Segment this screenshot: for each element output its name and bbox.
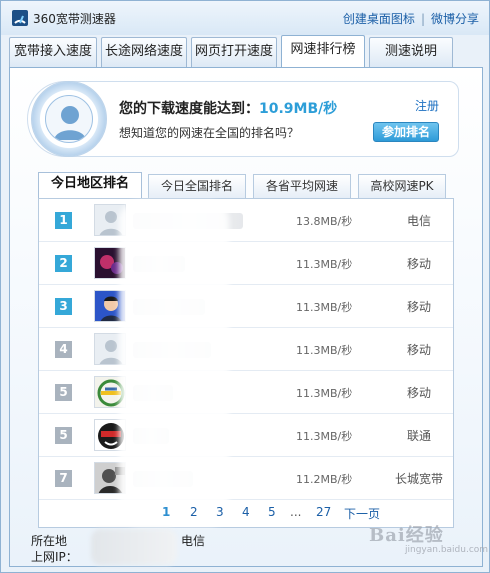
tab-test-instructions[interactable]: 测速说明 (369, 37, 453, 67)
app-logo-icon (12, 10, 28, 26)
row-speed: 13.8MB/秒 (296, 215, 353, 228)
watermark-url: jingyan.baidu.com (405, 545, 489, 555)
rank-badge: 1 (55, 212, 72, 229)
row-speed: 11.3MB/秒 (296, 344, 353, 357)
baidu-watermark: Bai经验 (369, 521, 444, 547)
ranking-row[interactable]: 5 11.3MB/秒 联通 (39, 414, 453, 457)
row-isp: 移动 (406, 300, 431, 314)
ranking-row[interactable]: 1 13.8MB/秒 电信 (39, 199, 453, 242)
join-ranking-button[interactable]: 参加排名 (373, 122, 439, 142)
title-bar: 360宽带测速器 创建桌面图标 | 微博分享 (1, 1, 489, 35)
next-page-link[interactable]: 下一页 (344, 505, 380, 522)
page-4-link[interactable]: 4 (242, 505, 250, 519)
watermark-text: Bai经验 (369, 525, 444, 546)
row-isp: 移动 (406, 386, 431, 400)
ranking-table: 1 13.8MB/秒 电信 2 11.3MB/秒 移动 3 11.3MB/秒 移… (38, 198, 454, 528)
rank-badge: 4 (55, 341, 72, 358)
location-label: 所在地 (31, 534, 68, 548)
weibo-share-link[interactable]: 微博分享 (431, 12, 479, 26)
register-link[interactable]: 注册 (415, 97, 439, 114)
footer-isp: 电信 (181, 534, 206, 548)
subtab-today-national[interactable]: 今日全国排名 (148, 174, 246, 198)
tab-speed-ranking[interactable]: 网速排行榜 (281, 35, 365, 67)
ranking-row[interactable]: 7 11.2MB/秒 长城宽带 (39, 457, 453, 500)
blurred-location-ip (91, 529, 177, 565)
user-avatar[interactable] (45, 95, 93, 143)
row-speed: 11.3MB/秒 (296, 258, 353, 271)
subtab-college-pk[interactable]: 高校网速PK (358, 174, 446, 198)
default-user-icon (54, 106, 86, 140)
window-title: 360宽带测速器 (33, 12, 116, 26)
app-window: 360宽带测速器 创建桌面图标 | 微博分享 宽带接入速度 长途网络速度 网页打开速… (0, 0, 490, 573)
page-2-link[interactable]: 2 (190, 505, 198, 519)
ranking-row[interactable]: 2 11.3MB/秒 移动 (39, 242, 453, 285)
ranking-row[interactable]: 3 11.3MB/秒 移动 (39, 285, 453, 328)
create-desktop-icon-link[interactable]: 创建桌面图标 (343, 12, 415, 26)
rank-badge: 3 (55, 298, 72, 315)
row-speed: 11.3MB/秒 (296, 387, 353, 400)
row-speed: 11.2MB/秒 (296, 473, 353, 486)
row-isp: 移动 (406, 343, 431, 357)
row-isp: 移动 (406, 257, 431, 271)
download-speed-text: 您的下载速度能达到：10.9MB/秒 (119, 98, 337, 118)
tab-access-speed[interactable]: 宽带接入速度 (9, 37, 97, 67)
row-isp: 长城宽带 (394, 472, 443, 486)
ranking-row[interactable]: 4 11.3MB/秒 移动 (39, 328, 453, 371)
rank-badge: 5 (55, 427, 72, 444)
title-link-separator: | (420, 12, 425, 26)
subtab-province-average[interactable]: 各省平均网速 (253, 174, 351, 198)
rank-badge: 2 (55, 255, 72, 272)
row-speed: 11.3MB/秒 (296, 430, 353, 443)
rank-badge: 5 (55, 384, 72, 401)
page-1-link[interactable]: 1 (162, 505, 170, 519)
tab-long-distance-speed[interactable]: 长途网络速度 (101, 37, 187, 67)
page-ellipsis: ... (290, 505, 302, 519)
row-isp: 电信 (406, 214, 431, 228)
page-5-link[interactable]: 5 (268, 505, 276, 519)
tab-webpage-speed[interactable]: 网页打开速度 (191, 37, 277, 67)
rank-question: 想知道您的网速在全国的排名吗？ (119, 126, 300, 140)
title-links: 创建桌面图标 | 微博分享 (343, 10, 479, 27)
rank-badge: 7 (55, 470, 72, 487)
row-speed: 11.3MB/秒 (296, 301, 353, 314)
subtab-today-region[interactable]: 今日地区排名 (38, 172, 142, 198)
row-isp: 联通 (406, 429, 431, 443)
privacy-blur-overlay (119, 201, 229, 526)
ip-label: 上网IP： (31, 550, 78, 564)
ranking-row[interactable]: 5 11.3MB/秒 移动 (39, 371, 453, 414)
page-27-link[interactable]: 27 (316, 505, 331, 519)
download-speed-value: 10.9MB/秒 (259, 101, 338, 117)
page-3-link[interactable]: 3 (216, 505, 224, 519)
download-speed-prefix: 您的下载速度能达到： (119, 101, 259, 117)
